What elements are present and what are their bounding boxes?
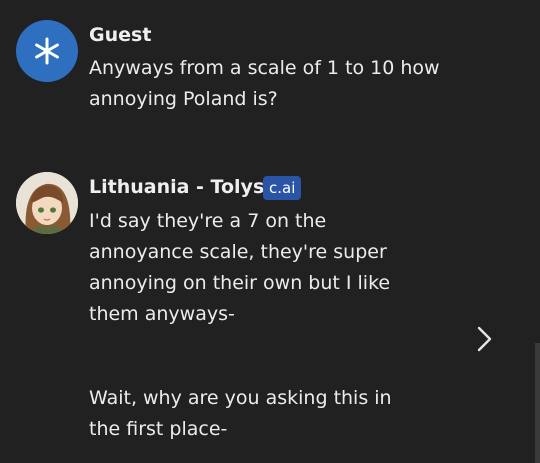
character-ai-badge: c.ai	[263, 176, 302, 200]
message-text: Anyways from a scale of 1 to 10 how anno…	[89, 53, 449, 115]
message-line: Wait, why are you asking this in	[89, 387, 392, 409]
character-portrait	[16, 172, 78, 234]
scrollbar[interactable]	[535, 343, 540, 463]
message-line: I'd say they're a 7 on the	[89, 210, 327, 232]
character-avatar[interactable]	[16, 172, 78, 234]
message-paragraph: I'd say they're a 7 on the annoyance sca…	[89, 206, 449, 330]
asterisk-icon	[35, 37, 59, 65]
message-line: annoyance scale, they're super	[89, 241, 387, 263]
message-line: annoying on their own but I like	[89, 272, 391, 294]
message-line: annoying Poland is?	[89, 88, 278, 110]
guest-avatar[interactable]	[16, 20, 78, 82]
message-line: Anyways from a scale of 1 to 10 how	[89, 57, 440, 79]
sender-name: Guest	[89, 24, 152, 46]
character-message: Lithuania - Tolys c.ai I'd say they're a…	[0, 160, 540, 463]
next-response-button[interactable]	[468, 323, 500, 355]
message-line: them anyways-	[89, 303, 235, 325]
chevron-right-icon	[477, 326, 492, 352]
message-line: the first place-	[89, 418, 228, 440]
sender-name: Lithuania - Tolys	[89, 176, 265, 198]
message-paragraph: Wait, why are you asking this in the fir…	[89, 383, 449, 445]
guest-message: Guest Anyways from a scale of 1 to 10 ho…	[0, 0, 540, 150]
